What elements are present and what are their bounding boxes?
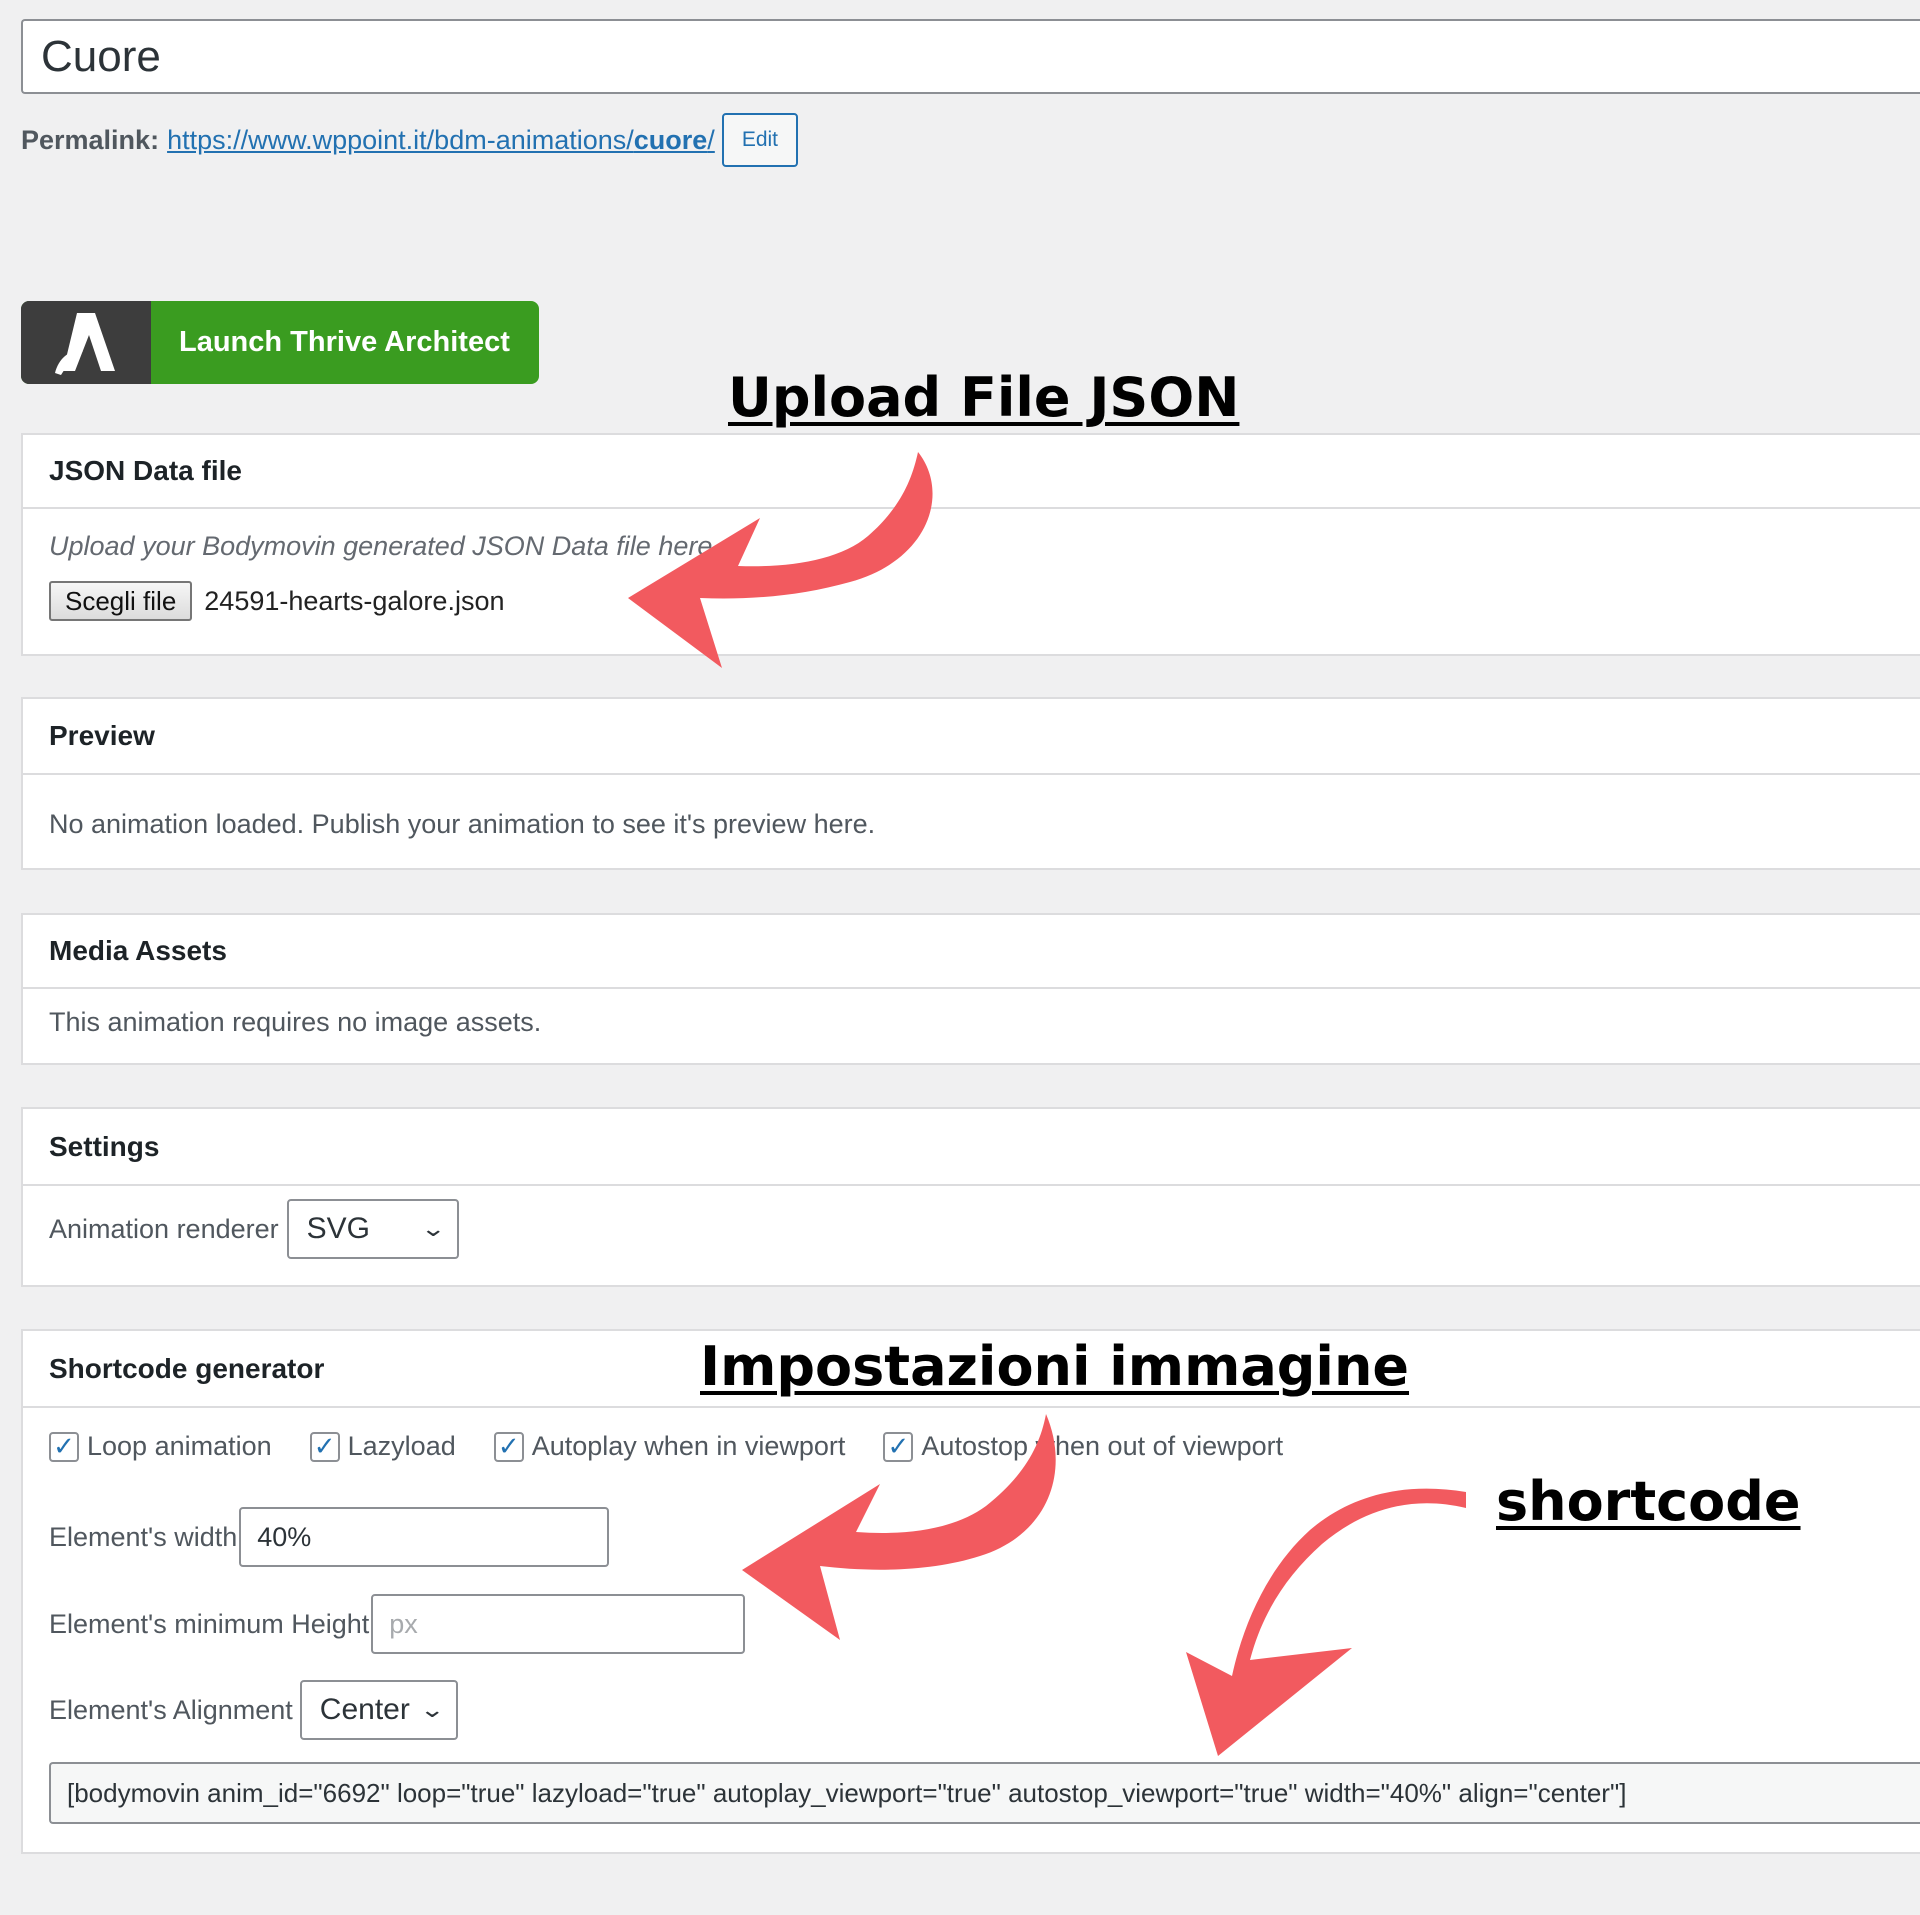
annotation-image-settings: Impostazioni immagine <box>700 1335 1410 1398</box>
post-title-input[interactable]: Cuore <box>21 19 1920 94</box>
annotation-shortcode: shortcode <box>1496 1470 1801 1533</box>
renderer-select[interactable]: SVG ⌄ <box>286 1199 459 1259</box>
launch-thrive-architect-button[interactable]: Launch Thrive Architect <box>21 301 539 384</box>
permalink-slug: cuore <box>633 124 708 155</box>
autostop-option[interactable]: ✓ Autostop when out of viewport <box>883 1431 1283 1462</box>
json-data-panel: JSON Data file Upload your Bodymovin gen… <box>21 433 1920 656</box>
chevron-down-icon: ⌄ <box>420 1216 447 1241</box>
autoplay-label: Autoplay when in viewport <box>531 1431 846 1461</box>
width-label: Element's width <box>49 1521 238 1552</box>
permalink-link[interactable]: https://www.wppoint.it/bdm-animations/cu… <box>167 125 715 156</box>
media-assets-message: This animation requires no image assets. <box>49 1007 542 1037</box>
lazyload-checkbox[interactable]: ✓ <box>309 1431 340 1462</box>
min-height-label: Element's minimum Height <box>49 1608 370 1639</box>
settings-panel-title: Settings <box>23 1109 1920 1186</box>
annotation-upload-json: Upload File JSON <box>728 366 1240 429</box>
choose-file-button[interactable]: Scegli file <box>49 581 193 621</box>
selected-file-name: 24591-hearts-galore.json <box>204 585 505 616</box>
shortcode-generator-panel: Shortcode generator ✓ Loop animation ✓ L… <box>21 1329 1920 1854</box>
permalink-url-suffix: / <box>707 124 715 155</box>
thrive-architect-logo-icon <box>21 301 151 384</box>
autostop-label: Autostop when out of viewport <box>921 1431 1284 1461</box>
json-instructions: Upload your Bodymovin generated JSON Dat… <box>49 531 720 561</box>
loop-animation-checkbox[interactable]: ✓ <box>49 1431 79 1462</box>
min-height-row: Element's minimum Height px <box>49 1594 746 1654</box>
permalink-edit-button[interactable]: Edit <box>721 113 798 167</box>
autoplay-checkbox[interactable]: ✓ <box>493 1431 524 1462</box>
chevron-down-icon: ⌄ <box>419 1697 446 1722</box>
media-panel-title: Media Assets <box>23 915 1920 989</box>
loop-animation-label: Loop animation <box>87 1431 272 1461</box>
width-input[interactable]: 40% <box>239 1507 610 1567</box>
options-row: ✓ Loop animation ✓ Lazyload ✓ Autoplay w… <box>49 1431 1321 1462</box>
alignment-label: Element's Alignment <box>49 1694 293 1725</box>
loop-animation-option[interactable]: ✓ Loop animation <box>49 1431 272 1462</box>
media-assets-panel: Media Assets This animation requires no … <box>21 913 1920 1065</box>
lazyload-label: Lazyload <box>347 1431 456 1461</box>
preview-panel: Preview No animation loaded. Publish you… <box>21 697 1920 870</box>
alignment-select[interactable]: Center ⌄ <box>299 1680 458 1740</box>
autostop-checkbox[interactable]: ✓ <box>883 1431 914 1462</box>
width-row: Element's width 40% <box>49 1507 610 1567</box>
renderer-value: SVG <box>306 1212 370 1245</box>
renderer-label: Animation renderer <box>49 1213 279 1244</box>
shortcode-output[interactable]: [bodymovin anim_id="6692" loop="true" la… <box>49 1762 1920 1824</box>
alignment-value: Center <box>319 1693 410 1726</box>
alignment-row: Element's Alignment Center ⌄ <box>49 1680 458 1740</box>
permalink-label: Permalink: <box>21 124 160 155</box>
settings-panel: Settings Animation renderer SVG ⌄ <box>21 1107 1920 1287</box>
file-upload-row: Scegli file 24591-hearts-galore.json <box>49 581 504 621</box>
preview-message: No animation loaded. Publish your animat… <box>49 809 876 839</box>
autoplay-option[interactable]: ✓ Autoplay when in viewport <box>493 1431 846 1462</box>
permalink-row: Permalink: https://www.wppoint.it/bdm-an… <box>21 113 798 167</box>
launch-button-label: Launch Thrive Architect <box>179 326 510 358</box>
min-height-input[interactable]: px <box>371 1594 746 1654</box>
renderer-row: Animation renderer SVG ⌄ <box>49 1199 459 1259</box>
lazyload-option[interactable]: ✓ Lazyload <box>309 1431 456 1462</box>
json-panel-title: JSON Data file <box>23 435 1920 509</box>
preview-panel-title: Preview <box>23 699 1920 775</box>
permalink-url-prefix: https://www.wppoint.it/bdm-animations/ <box>167 124 634 155</box>
